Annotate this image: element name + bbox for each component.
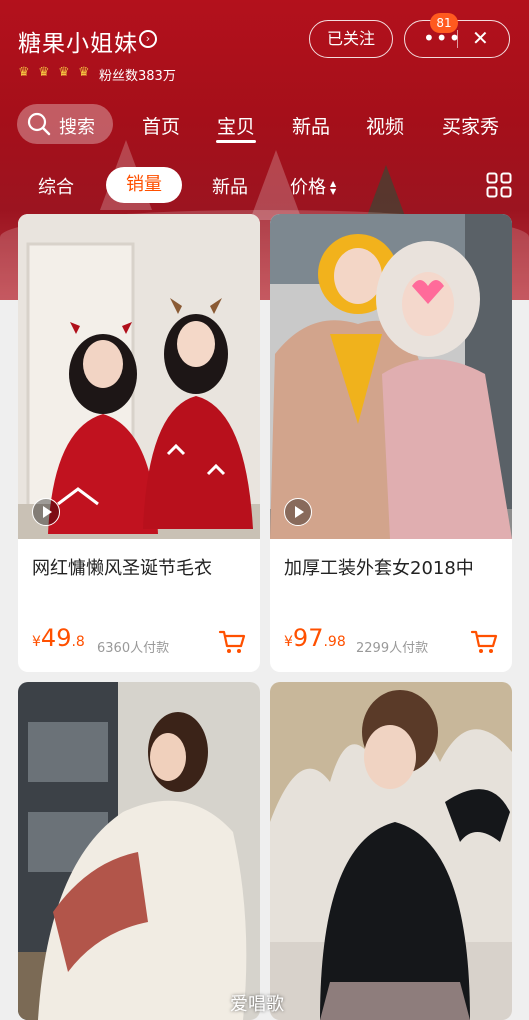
filter-price[interactable]: 价格 ▲ ▼ [290, 173, 340, 199]
currency-symbol: ¥ [284, 634, 293, 650]
add-to-cart-icon[interactable] [218, 629, 246, 655]
search-label: 搜索 [59, 117, 95, 138]
shop-level-crowns: ♛ ♛ ♛ ♛ [18, 66, 96, 80]
filter-bar: 综合 销量 新品 价格 ▲ ▼ [0, 164, 529, 208]
filter-price-label: 价格 [290, 177, 326, 198]
product-price: ¥49.8 [32, 624, 85, 652]
tab-new[interactable]: 新品 [292, 112, 330, 139]
product-card[interactable] [270, 682, 512, 1020]
chevron-right-icon[interactable]: › [139, 30, 157, 48]
play-video-icon[interactable] [32, 498, 60, 526]
product-photo[interactable] [270, 214, 512, 539]
product-card[interactable] [18, 682, 260, 1020]
tab-buyer-show[interactable]: 买家秀 [442, 112, 499, 139]
search-icon [27, 112, 51, 136]
price-decimal: .8 [71, 634, 85, 650]
divider [457, 30, 458, 48]
tab-video[interactable]: 视频 [366, 112, 404, 139]
product-title[interactable]: 网红慵懒风圣诞节毛衣 [32, 554, 252, 580]
filter-new[interactable]: 新品 [212, 173, 248, 199]
product-photo[interactable] [18, 214, 260, 539]
price-integer: 97 [292, 624, 324, 652]
shop-name[interactable]: 糖果小姐妹 [18, 24, 138, 58]
paid-count: 6360人付款 [97, 641, 170, 656]
crown-icon: ♛ [38, 65, 50, 80]
follow-button[interactable]: 已关注 [309, 20, 393, 58]
play-video-icon[interactable] [284, 498, 312, 526]
product-card[interactable]: 加厚工装外套女2018中 ¥97.98 2299人付款 [270, 214, 512, 672]
currency-symbol: ¥ [32, 634, 41, 650]
crown-icon: ♛ [58, 65, 70, 80]
product-photo[interactable] [18, 682, 260, 1020]
paid-count: 2299人付款 [356, 641, 429, 656]
notification-badge: 81 [430, 13, 458, 33]
filter-comprehensive[interactable]: 综合 [38, 173, 74, 199]
product-photo[interactable] [270, 682, 512, 1020]
price-decimal: .98 [323, 634, 346, 650]
search-button[interactable]: 搜索 [17, 104, 113, 144]
filter-sales[interactable]: 销量 [106, 167, 182, 203]
tab-home[interactable]: 首页 [142, 112, 180, 139]
fans-count: 粉丝数383万 [99, 69, 176, 84]
crown-icon: ♛ [18, 65, 30, 80]
sort-arrows-icon: ▲ ▼ [330, 179, 337, 196]
crown-icon: ♛ [78, 65, 90, 80]
watermark: 爱唱歌 [230, 994, 284, 1015]
tab-products[interactable]: 宝贝 [217, 112, 255, 139]
price-integer: 49 [40, 624, 72, 652]
product-card[interactable]: 网红慵懒风圣诞节毛衣 ¥49.8 6360人付款 [18, 214, 260, 672]
product-price: ¥97.98 [284, 624, 346, 652]
product-title[interactable]: 加厚工装外套女2018中 [284, 554, 504, 580]
grid-view-icon[interactable] [486, 172, 512, 198]
add-to-cart-icon[interactable] [470, 629, 498, 655]
close-icon[interactable]: ✕ [472, 26, 489, 50]
active-tab-indicator [216, 140, 256, 143]
